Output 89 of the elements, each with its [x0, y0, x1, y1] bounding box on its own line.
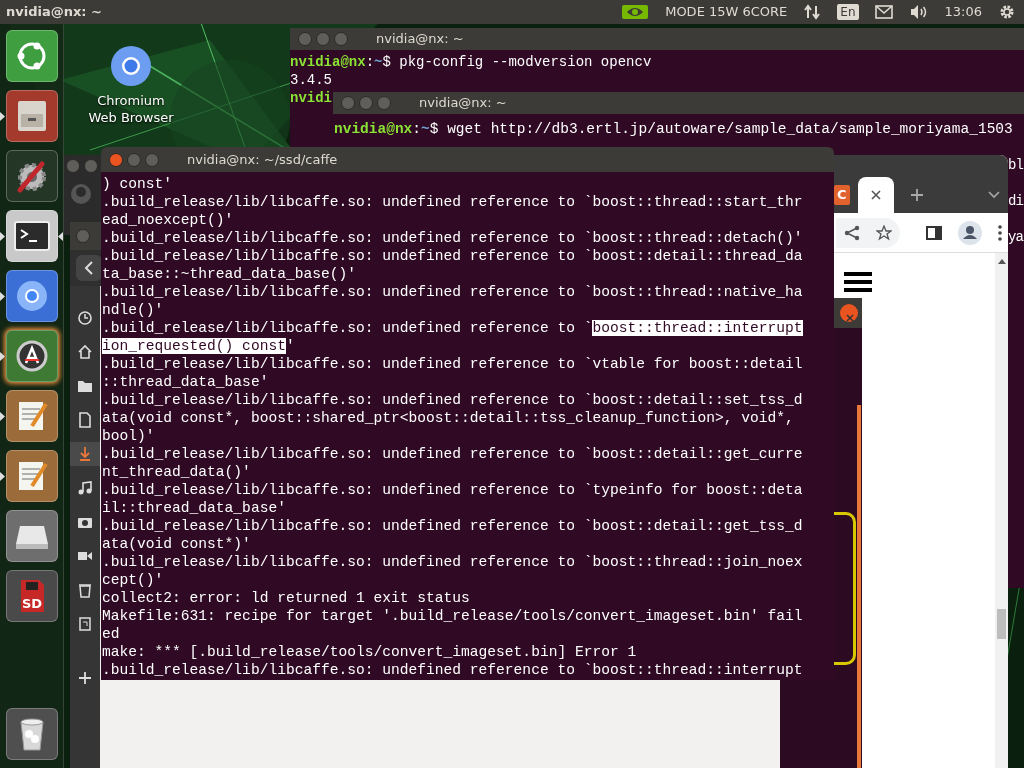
terminal-line: ata(void const*)' — [102, 535, 251, 553]
transfer-arrows-icon[interactable] — [803, 3, 822, 21]
window-title: nvidia@nx: ~ — [419, 94, 507, 113]
terminal-line: .build_release/lib/libcaffe.so: undefined reference to `boost::detail::set_tss_d — [102, 391, 803, 409]
music-icon — [77, 480, 93, 496]
close-button[interactable] — [109, 152, 123, 167]
terminal-line: nt_thread_data()' — [102, 463, 251, 481]
files-button[interactable] — [6, 90, 58, 142]
terminal-line: .build_release/lib/libcaffe.so: undefined reference to `typeinfo for boost::deta — [102, 481, 803, 499]
document-icon — [77, 412, 93, 428]
mail-icon[interactable] — [874, 5, 893, 19]
terminal-line: il::thread_data_base' — [102, 499, 286, 517]
terminal-line: ata(void const*, boost::shared_ptr<boost::detail::tss_cleanup_function>, void*, — [102, 409, 794, 427]
browser-button[interactable] — [6, 270, 58, 322]
volume-icon[interactable] — [908, 4, 929, 20]
window-title: nvidia@nx: ~/ssd/caffe — [187, 150, 338, 169]
terminal-line: nvidia@nx:~$ wget http://db3.ertl.jp/autoware/sample_data/sample_moriyama_1503 — [334, 120, 1013, 138]
terminal-line: bool)' — [102, 427, 155, 445]
terminal-line: .build_release/lib/libcaffe.so: undefined reference to `boost::thread::native_ha — [102, 283, 803, 301]
back-button[interactable] — [76, 255, 102, 281]
terminal-line: ta_base::~thread_data_base()' — [102, 265, 356, 283]
settings-icon[interactable] — [998, 3, 1016, 21]
terminal-text: di — [1008, 192, 1024, 210]
terminal-button[interactable] — [6, 210, 58, 262]
menu-icon[interactable] — [998, 224, 1002, 241]
sd-card-label: SD — [20, 597, 44, 611]
folder-icon — [77, 378, 93, 394]
close-button[interactable] — [840, 304, 858, 322]
terminal-line: .build_release/lib/libcaffe.so: undefined reference to `vtable for boost::detail — [102, 355, 803, 373]
desktop-icon-label[interactable]: Chromium Web Browser — [86, 92, 176, 126]
terminal-line: 3.4.5 — [290, 71, 332, 89]
hamburger-menu-icon[interactable] — [844, 271, 872, 292]
indicator-text[interactable]: 13:06 — [936, 2, 990, 22]
dash-button[interactable] — [6, 30, 58, 82]
terminal-line: .build_release/lib/libcaffe.so: undefined reference to `boost::thread::interrupt — [102, 319, 803, 337]
nvidia-logo-icon[interactable] — [621, 4, 650, 20]
text-editor-button[interactable] — [6, 450, 58, 502]
indicator-text[interactable]: MODE 15W 6CORE — [657, 2, 796, 22]
terminal-text: bl — [1008, 156, 1024, 174]
terminal-line: .build_release/lib/libcaffe.so: undefined reference to `boost::detail::thread_da — [102, 247, 803, 265]
browser-tab[interactable] — [857, 177, 894, 213]
keyboard-layout-indicator[interactable]: En — [837, 4, 859, 20]
share-icon[interactable] — [844, 224, 860, 241]
terminal-line: .build_release/lib/libcaffe.so: undefined reference to `boost::thread::interrupt — [102, 661, 803, 679]
terminal-line: .build_release/lib/libcaffe.so: undefined reference to `boost::thread::join_noex — [102, 553, 803, 571]
home-icon — [77, 344, 93, 360]
updater-button[interactable] — [6, 330, 58, 382]
terminal-line: ion_requested() const' — [102, 337, 295, 355]
new-tab-icon[interactable] — [909, 188, 924, 202]
window-title: nvidia@nx: ~ — [376, 30, 464, 49]
terminal-line: .build_release/lib/libcaffe.so: undefined reference to `boost::detail::get_tss_d — [102, 517, 803, 535]
terminal-line: ::thread_data_base' — [102, 373, 269, 391]
download-icon — [77, 446, 93, 462]
trash-button[interactable] — [6, 708, 58, 760]
terminal-line: .build_release/lib/libcaffe.so: undefined reference to `boost::thread::detach()' — [102, 229, 803, 247]
terminal-line: Makefile:631: recipe for target '.build_release/tools/convert_imageset.bin' fail — [102, 607, 803, 625]
close-icon — [846, 313, 854, 322]
side-panel-icon[interactable] — [926, 224, 942, 241]
profile-icon[interactable] — [958, 220, 982, 245]
chevron-left-icon — [84, 261, 94, 275]
recent-icon — [77, 310, 93, 326]
settings-button[interactable] — [6, 150, 58, 202]
trash-icon — [77, 582, 93, 598]
terminal-line: nvidi — [290, 89, 332, 107]
terminal-line: ead_noexcept()' — [102, 211, 234, 229]
scrollbar-thumb[interactable] — [997, 609, 1006, 639]
terminal-line: collect2: error: ld returned 1 exit status — [102, 589, 470, 607]
window-title: nvidia@nx: ~ — [5, 3, 102, 22]
terminal-line: ndle()' — [102, 301, 164, 319]
drive-icon — [77, 616, 93, 632]
sd-card-button[interactable]: SD — [6, 570, 58, 622]
caret-icon[interactable] — [988, 191, 1000, 199]
favicon: C — [834, 185, 850, 205]
terminal-line: .build_release/lib/libcaffe.so: undefined reference to `boost::thread::start_thr — [102, 193, 803, 211]
terminal-line: make: *** [.build_release/tools/convert_imageset.bin] Error 1 — [102, 643, 637, 661]
star-icon[interactable] — [876, 224, 892, 241]
drive-button[interactable] — [6, 510, 58, 562]
terminal-line: ed — [102, 625, 120, 643]
plus-icon — [77, 670, 93, 686]
text-editor-button[interactable] — [6, 390, 58, 442]
terminal-text: ya — [1008, 228, 1024, 246]
scroll-up-icon[interactable] — [997, 259, 1006, 264]
terminal-line: nvidia@nx:~$ pkg-config --modversion opencv — [290, 53, 652, 71]
address-bar[interactable] — [836, 217, 900, 248]
terminal-line: cept()' — [102, 571, 164, 589]
chromium-icon[interactable] — [109, 44, 153, 88]
close-icon[interactable] — [870, 190, 881, 200]
terminal-line: .build_release/lib/libcaffe.so: undefined reference to `boost::detail::get_curre — [102, 445, 803, 463]
terminal-line: ) const' — [102, 175, 173, 193]
